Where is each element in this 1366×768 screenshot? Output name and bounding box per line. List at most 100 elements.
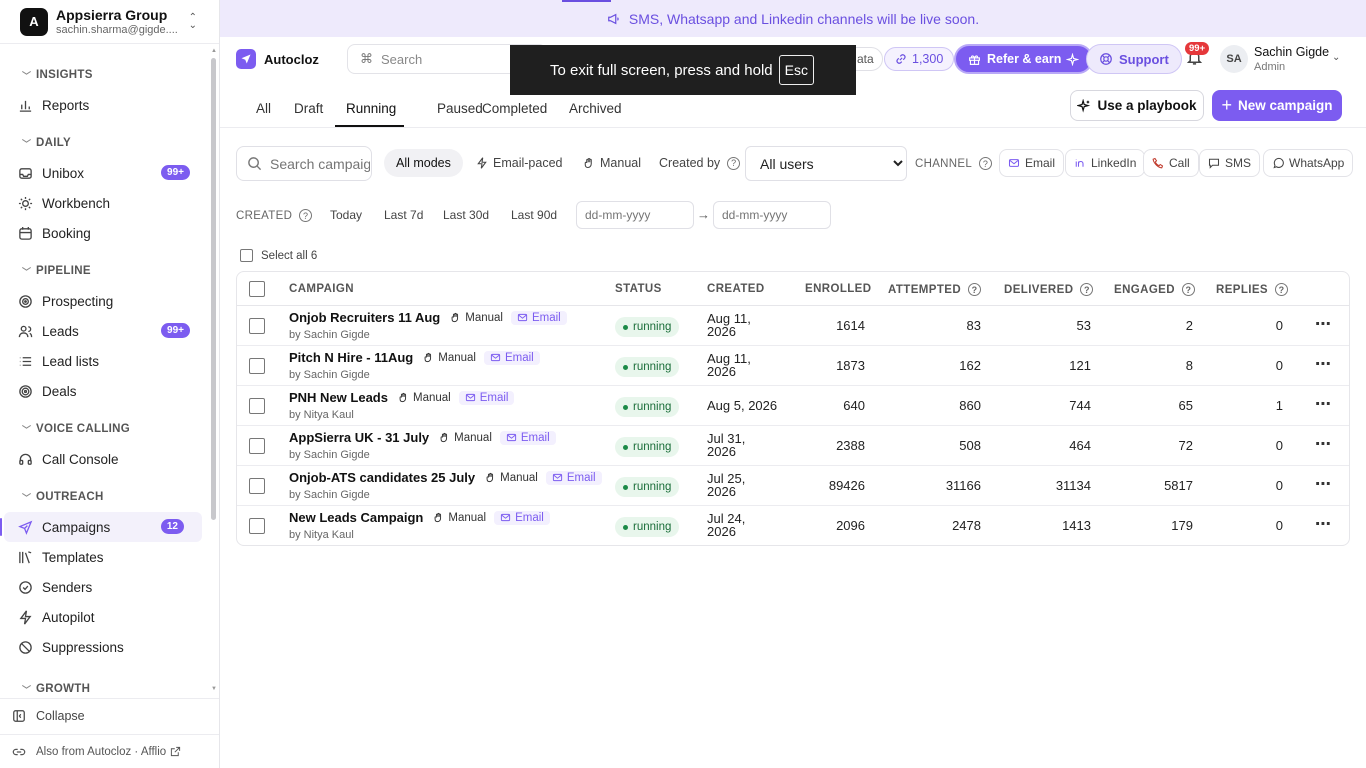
mode-all-chip[interactable]: All modes: [384, 149, 463, 177]
channel-whatsapp-chip[interactable]: WhatsApp: [1263, 149, 1354, 177]
table-row[interactable]: Onjob Recruiters 11 Aug Manual Email by …: [237, 306, 1349, 346]
help-icon[interactable]: ?: [727, 156, 741, 170]
more-options-icon[interactable]: ⋯: [1315, 354, 1332, 374]
user-name[interactable]: Sachin Gigde: [1254, 45, 1329, 59]
col-engaged[interactable]: ENGAGED?: [1114, 283, 1195, 296]
use-playbook-button[interactable]: Use a playbook: [1070, 90, 1204, 121]
nav-section-insights[interactable]: ﹀ INSIGHTS: [0, 60, 208, 90]
campaign-name[interactable]: Pitch N Hire - 11Aug: [289, 350, 413, 365]
sidebar-item-templates[interactable]: Templates: [0, 542, 208, 572]
tab-paused[interactable]: Paused: [437, 101, 483, 116]
campaign-name[interactable]: Onjob Recruiters 11 Aug: [289, 310, 440, 325]
date-last-30d-chip[interactable]: Last 30d: [443, 208, 489, 222]
mode-email-paced-chip[interactable]: Email-paced: [464, 149, 574, 177]
col-replies[interactable]: REPLIES?: [1216, 283, 1289, 296]
campaign-search-input[interactable]: [270, 155, 370, 172]
campaign-name[interactable]: Onjob-ATS candidates 25 July: [289, 470, 475, 485]
sidebar-item-deals[interactable]: Deals: [0, 376, 208, 406]
user-avatar[interactable]: SA: [1220, 45, 1248, 73]
channel-linkedin-chip[interactable]: LinkedIn: [1065, 149, 1146, 177]
tab-archived[interactable]: Archived: [569, 101, 622, 116]
help-icon[interactable]: ?: [1181, 283, 1195, 296]
col-status[interactable]: STATUS: [615, 283, 662, 295]
row-checkbox[interactable]: [249, 478, 265, 494]
sidebar-item-call-console[interactable]: Call Console: [0, 444, 208, 474]
new-campaign-button[interactable]: + New campaign: [1212, 90, 1342, 121]
col-delivered[interactable]: DELIVERED?: [1004, 283, 1094, 296]
chevron-down-icon[interactable]: ⌄: [1332, 52, 1340, 63]
brand[interactable]: Autocloz: [236, 49, 319, 69]
date-to-input[interactable]: [713, 201, 831, 229]
credits-pill[interactable]: 1,300: [884, 47, 955, 71]
sidebar-item-leads[interactable]: Leads 99+: [0, 316, 208, 346]
row-checkbox[interactable]: [249, 358, 265, 374]
help-icon[interactable]: ?: [1275, 283, 1289, 296]
date-from-input[interactable]: [576, 201, 694, 229]
scroll-down-arrow[interactable]: ▼: [211, 686, 217, 692]
more-options-icon[interactable]: ⋯: [1315, 314, 1332, 334]
channel-sms-chip[interactable]: SMS: [1199, 149, 1261, 177]
sidebar-item-lead-lists[interactable]: Lead lists: [0, 346, 208, 376]
campaign-name[interactable]: New Leads Campaign: [289, 510, 423, 525]
campaign-name[interactable]: PNH New Leads: [289, 390, 388, 405]
table-row[interactable]: Pitch N Hire - 11Aug Manual Email by Sac…: [237, 346, 1349, 386]
table-row[interactable]: PNH New Leads Manual Email by Nitya Kaul…: [237, 386, 1349, 426]
help-icon[interactable]: ?: [1080, 283, 1094, 296]
nav-section-voice-calling[interactable]: ﹀ VOICE CALLING: [0, 414, 208, 444]
refer-earn-button[interactable]: Refer & earn: [954, 44, 1094, 74]
sidebar-item-workbench[interactable]: Workbench: [0, 188, 208, 218]
org-switcher[interactable]: A Appsierra Group sachin.sharma@gigde...…: [0, 0, 219, 44]
nav-section-outreach[interactable]: ﹀ OUTREACH: [0, 482, 208, 512]
sidebar-item-reports[interactable]: Reports: [0, 90, 208, 120]
sidebar-item-autopilot[interactable]: Autopilot: [0, 602, 208, 632]
row-checkbox[interactable]: [249, 438, 265, 454]
sidebar-item-suppressions[interactable]: Suppressions: [0, 632, 208, 662]
sidebar-item-senders[interactable]: Senders: [0, 572, 208, 602]
chevron-updown-icon[interactable]: ⌃ ⌄: [189, 13, 197, 31]
help-icon[interactable]: ?: [968, 283, 982, 296]
table-row[interactable]: AppSierra UK - 31 July Manual Email by S…: [237, 426, 1349, 466]
more-options-icon[interactable]: ⋯: [1315, 474, 1332, 494]
tab-running[interactable]: Running: [346, 101, 396, 116]
support-button[interactable]: Support: [1086, 44, 1182, 74]
sidebar-item-unibox[interactable]: Unibox 99+: [0, 158, 208, 188]
also-from-link[interactable]: Also from Autocloz · Afflio: [0, 734, 219, 768]
col-enrolled[interactable]: ENROLLED: [805, 283, 871, 295]
table-row[interactable]: New Leads Campaign Manual Email by Nitya…: [237, 506, 1349, 545]
row-checkbox[interactable]: [249, 518, 265, 534]
more-options-icon[interactable]: ⋯: [1315, 434, 1332, 454]
row-checkbox[interactable]: [249, 318, 265, 334]
help-icon[interactable]: ?: [979, 157, 993, 170]
date-last-90d-chip[interactable]: Last 90d: [511, 208, 557, 222]
nav-section-daily[interactable]: ﹀ DAILY: [0, 128, 208, 158]
channel-email-chip[interactable]: Email: [999, 149, 1065, 177]
checkbox[interactable]: [240, 249, 253, 262]
campaign-search[interactable]: [236, 146, 372, 181]
table-row[interactable]: Onjob-ATS candidates 25 July Manual Emai…: [237, 466, 1349, 506]
sidebar-item-campaigns[interactable]: Campaigns 12: [0, 512, 202, 542]
collapse-button[interactable]: Collapse: [0, 698, 219, 732]
sidebar-item-prospecting[interactable]: Prospecting: [0, 286, 208, 316]
sidebar-scrollbar[interactable]: [211, 58, 216, 520]
tab-completed[interactable]: Completed: [482, 101, 547, 116]
col-attempted[interactable]: ATTEMPTED?: [888, 283, 982, 296]
more-options-icon[interactable]: ⋯: [1315, 514, 1332, 534]
col-created[interactable]: CREATED: [707, 283, 765, 295]
mode-manual-chip[interactable]: Manual: [571, 149, 653, 177]
nav-section-pipeline[interactable]: ﹀ PIPELINE: [0, 256, 208, 286]
sidebar-item-booking[interactable]: Booking: [0, 218, 208, 248]
more-options-icon[interactable]: ⋯: [1315, 394, 1332, 414]
scroll-up-arrow[interactable]: ▲: [211, 48, 217, 54]
row-checkbox[interactable]: [249, 398, 265, 414]
date-today-chip[interactable]: Today: [330, 208, 362, 222]
channel-call-chip[interactable]: Call: [1143, 149, 1199, 177]
select-all-checkbox[interactable]: Select all 6: [240, 249, 317, 262]
help-icon[interactable]: ?: [299, 209, 313, 222]
tab-all[interactable]: All: [256, 101, 271, 116]
campaign-name[interactable]: AppSierra UK - 31 July: [289, 430, 429, 445]
date-last-7d-chip[interactable]: Last 7d: [384, 208, 423, 222]
col-campaign[interactable]: CAMPAIGN: [289, 283, 354, 295]
tab-draft[interactable]: Draft: [294, 101, 323, 116]
header-checkbox[interactable]: [249, 281, 265, 297]
created-by-select[interactable]: All users: [745, 146, 907, 181]
